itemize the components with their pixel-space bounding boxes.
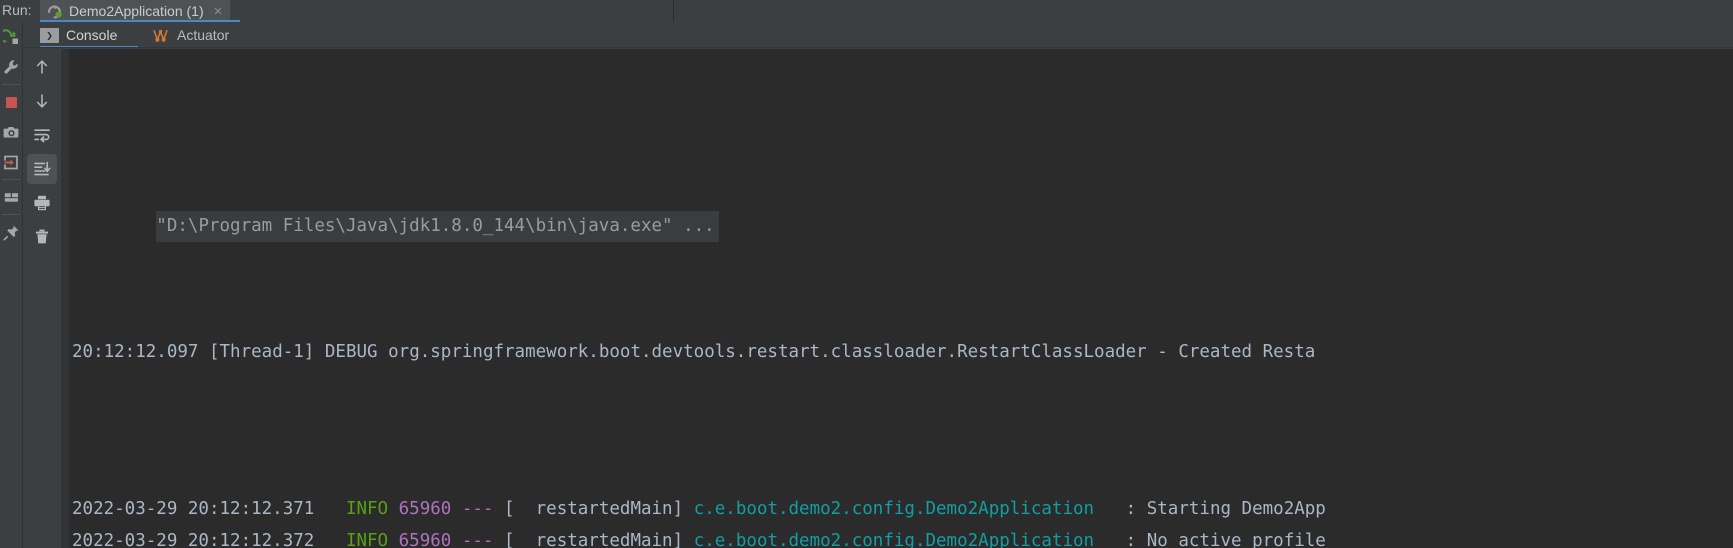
command-line-text: "D:\Program Files\Java\jdk1.8.0_144\bin\… bbox=[156, 210, 719, 242]
tab-actuator-label: Actuator bbox=[177, 27, 230, 43]
debug-level: DEBUG bbox=[324, 341, 378, 362]
rerun-icon[interactable] bbox=[0, 22, 22, 52]
soft-wrap-icon[interactable] bbox=[27, 120, 57, 150]
console-toolbar bbox=[23, 48, 61, 548]
log-timestamp-1: 2022-03-29 20:12:12.372 bbox=[72, 530, 336, 548]
tab-actuator[interactable]: Actuator bbox=[151, 22, 229, 48]
header-divider bbox=[673, 0, 674, 22]
spring-boot-run-icon bbox=[46, 3, 63, 20]
run-actions-rail bbox=[0, 22, 22, 548]
tab-strip-divider bbox=[23, 47, 1733, 48]
actuator-graph-icon bbox=[151, 27, 170, 44]
scroll-to-end-icon[interactable] bbox=[27, 154, 57, 184]
layout-icon[interactable] bbox=[0, 182, 22, 212]
log-message-1: : No active profile bbox=[1115, 530, 1326, 548]
run-label: Run: bbox=[2, 2, 32, 18]
camera-icon[interactable] bbox=[0, 117, 22, 147]
log-pid-0: 65960 bbox=[398, 499, 452, 519]
log-separator-0: --- bbox=[451, 499, 505, 519]
rail-divider-1 bbox=[2, 84, 20, 85]
trash-icon[interactable] bbox=[27, 222, 57, 252]
close-icon[interactable]: × bbox=[214, 4, 223, 19]
export-icon[interactable] bbox=[0, 147, 22, 177]
rail-divider-2 bbox=[2, 179, 20, 180]
ide-run-tool-window: Run: Demo2Application (1) × ❯ Console Ac… bbox=[0, 0, 1733, 548]
scroll-down-icon[interactable] bbox=[27, 86, 57, 116]
log-gap-b-1 bbox=[683, 531, 694, 548]
log-logger-1: c.e.boot.demo2.config.Demo2Application bbox=[693, 530, 1116, 548]
console-tab-strip: ❯ Console Actuator bbox=[23, 22, 1733, 48]
console-lines: "D:\Program Files\Java\jdk1.8.0_144\bin\… bbox=[72, 53, 1733, 548]
log-level-1: INFO bbox=[335, 530, 389, 548]
console-line-info: 2022-03-29 20:12:12.372 INFO 65960 --- [… bbox=[72, 526, 1733, 548]
console-line-command: "D:\Program Files\Java\jdk1.8.0_144\bin\… bbox=[72, 179, 1733, 242]
log-thread-0: [ restartedMain] bbox=[504, 499, 684, 519]
debug-text: org.springframework.boot.devtools.restar… bbox=[388, 341, 1316, 362]
log-timestamp-0: 2022-03-29 20:12:12.371 bbox=[72, 499, 336, 519]
scroll-up-icon[interactable] bbox=[27, 52, 57, 82]
settings-wrench-icon[interactable] bbox=[0, 52, 22, 82]
run-tab-title: Demo2Application (1) bbox=[69, 3, 204, 19]
console-gutter bbox=[61, 49, 69, 548]
console-prompt-icon: ❯ bbox=[40, 27, 59, 43]
log-level-0: INFO bbox=[335, 499, 389, 519]
run-tool-window-header: Run: Demo2Application (1) × bbox=[0, 0, 1733, 22]
stop-icon[interactable] bbox=[0, 87, 22, 117]
log-message-0: : Starting Demo2App bbox=[1115, 499, 1326, 519]
print-icon[interactable] bbox=[27, 188, 57, 218]
rail-divider-3 bbox=[2, 214, 20, 215]
log-pid-1: 65960 bbox=[398, 530, 452, 548]
debug-time: 20:12:12.097 bbox=[72, 341, 199, 362]
log-gap-b-0 bbox=[683, 499, 694, 519]
pin-icon[interactable] bbox=[0, 217, 22, 247]
tab-console[interactable]: ❯ Console bbox=[40, 22, 117, 48]
console-line-info: 2022-03-29 20:12:12.371 INFO 65960 --- [… bbox=[72, 494, 1733, 526]
log-logger-0: c.e.boot.demo2.config.Demo2Application bbox=[693, 499, 1116, 519]
console-output[interactable]: "D:\Program Files\Java\jdk1.8.0_144\bin\… bbox=[61, 49, 1733, 548]
log-gap-a-0 bbox=[388, 499, 399, 519]
log-gap-a-1 bbox=[388, 531, 399, 548]
tab-console-label: Console bbox=[66, 27, 118, 43]
console-entry-host: 2022-03-29 20:12:12.371 INFO 65960 --- [… bbox=[72, 494, 1733, 548]
log-separator-1: --- bbox=[451, 530, 505, 548]
log-thread-1: [ restartedMain] bbox=[504, 530, 684, 548]
console-line-debug: 20:12:12.097 [Thread-1] DEBUG org.spring… bbox=[72, 337, 1733, 369]
run-configuration-tab[interactable]: Demo2Application (1) × bbox=[40, 0, 231, 22]
debug-thread: [Thread-1] bbox=[208, 341, 315, 362]
